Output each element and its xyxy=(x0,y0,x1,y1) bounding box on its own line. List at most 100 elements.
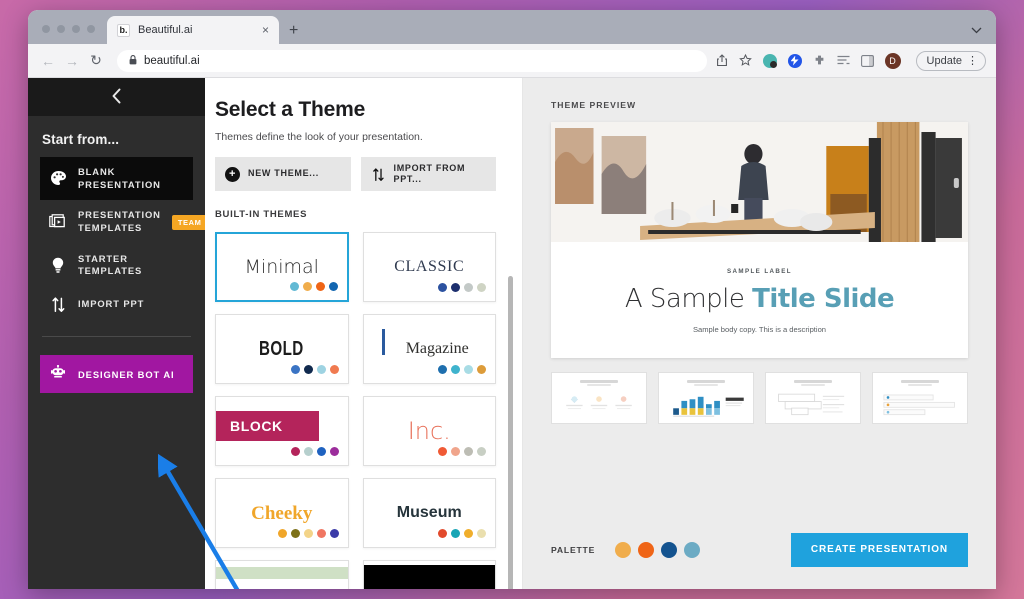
status-badge: TEAM xyxy=(172,215,208,230)
theme-name: Museum xyxy=(397,505,462,521)
update-button[interactable]: Update ⋮ xyxy=(916,51,986,71)
sidebar-item-starter-templates[interactable]: STARTER TEMPLATES xyxy=(40,244,193,287)
sidebar-collapse-bar[interactable] xyxy=(28,78,205,116)
slide-title-accent: Title Slide xyxy=(752,284,894,314)
side-panel-icon[interactable] xyxy=(861,55,874,67)
preview-slide: SAMPLE LABEL A Sample Title Slide Sample… xyxy=(551,122,968,358)
bookmark-star-icon[interactable] xyxy=(739,54,752,67)
palette-swatch[interactable] xyxy=(615,542,631,558)
slide-thumbnail[interactable] xyxy=(765,372,861,424)
lock-icon xyxy=(129,55,137,67)
sidebar-item-import-ppt[interactable]: IMPORT PPT xyxy=(40,287,193,322)
theme-card-bold[interactable]: BOLD xyxy=(215,314,349,384)
theme-card-museum[interactable]: Museum xyxy=(363,478,497,548)
slide-title: A Sample Title Slide xyxy=(551,284,968,314)
forward-button[interactable]: → xyxy=(60,49,84,73)
theme-swatches xyxy=(438,283,486,292)
extra-window-dot[interactable] xyxy=(87,25,95,33)
slide-title-plain: A Sample xyxy=(625,284,752,314)
sidebar-item-designer-bot-ai[interactable]: DESIGNER BOT AI xyxy=(40,355,193,393)
theme-name: CLASSIC xyxy=(394,259,464,275)
import-arrows-icon xyxy=(371,167,386,182)
close-tab-icon[interactable]: × xyxy=(260,24,271,36)
lightbulb-icon xyxy=(49,257,67,274)
theme-swatches xyxy=(278,529,339,538)
sidebar-item-blank-presentation[interactable]: BLANK PRESENTATION xyxy=(40,157,193,200)
theme-list-scrollbar[interactable] xyxy=(508,276,513,589)
page-subtitle: Themes define the look of your presentat… xyxy=(215,131,496,143)
palette-swatch[interactable] xyxy=(661,542,677,558)
avatar[interactable]: D xyxy=(885,53,901,69)
window-controls[interactable] xyxy=(34,25,107,44)
update-label: Update xyxy=(927,55,962,67)
new-tab-button[interactable]: + xyxy=(289,23,298,39)
chevron-down-icon[interactable] xyxy=(971,25,982,37)
browser-tab[interactable]: b. Beautiful.ai × xyxy=(107,16,279,44)
sidebar-item-label: BLANK PRESENTATION xyxy=(78,166,184,191)
slide-photo xyxy=(551,122,968,242)
browser-tab-strip: b. Beautiful.ai × + xyxy=(28,10,996,44)
theme-swatches xyxy=(291,365,339,374)
slide-thumbnail[interactable] xyxy=(551,372,647,424)
profile-sync-icon[interactable] xyxy=(788,54,802,68)
theme-card-minimal[interactable]: Minimal xyxy=(215,232,349,302)
theme-card-classic[interactable]: CLASSIC xyxy=(363,232,497,302)
theme-accent-band xyxy=(216,567,348,579)
theme-card-partial-2[interactable] xyxy=(363,560,497,589)
create-presentation-button[interactable]: CREATE PRESENTATION xyxy=(791,533,968,567)
import-from-ppt-label: IMPORT FROM PPT... xyxy=(394,163,487,186)
sidebar: Start from... BLANK PRESENTATION PRESENT… xyxy=(28,78,205,589)
new-theme-label: NEW THEME... xyxy=(248,168,319,179)
slide-body: Sample body copy. This is a description xyxy=(551,325,968,334)
theme-list-panel: Select a Theme Themes define the look of… xyxy=(205,78,523,589)
chevron-left-icon[interactable] xyxy=(111,88,122,107)
theme-accent-band xyxy=(364,565,496,589)
slide-thumbnail[interactable] xyxy=(872,372,968,424)
theme-card-magazine[interactable]: Magazine xyxy=(363,314,497,384)
tab-title: Beautiful.ai xyxy=(138,24,252,36)
app-root: Start from... BLANK PRESENTATION PRESENT… xyxy=(28,78,996,589)
address-bar[interactable]: beautiful.ai xyxy=(117,50,707,72)
reload-button[interactable]: ↻ xyxy=(84,49,108,73)
page-title: Select a Theme xyxy=(215,98,496,122)
puzzle-extensions-icon[interactable] xyxy=(813,54,826,67)
theme-card-inc[interactable]: Inc. xyxy=(363,396,497,466)
sidebar-divider xyxy=(42,336,191,337)
sidebar-item-label: PRESENTATION TEMPLATES xyxy=(78,209,161,234)
theme-card-partial-1[interactable] xyxy=(215,560,349,589)
share-icon[interactable] xyxy=(716,54,728,67)
close-window-dot[interactable] xyxy=(42,25,50,33)
extension-icon[interactable] xyxy=(763,54,777,68)
theme-preview-label: THEME PREVIEW xyxy=(551,100,968,110)
theme-swatches xyxy=(291,447,339,456)
theme-swatches xyxy=(438,529,486,538)
browser-toolbar: ← → ↻ beautiful.ai xyxy=(28,44,996,78)
theme-preview-panel: THEME PREVIEW xyxy=(523,78,996,589)
sidebar-item-presentation-templates[interactable]: PRESENTATION TEMPLATES TEAM xyxy=(40,200,193,243)
theme-swatches xyxy=(438,365,486,374)
theme-name: BOLD xyxy=(259,339,304,359)
theme-swatches xyxy=(438,447,486,456)
robot-icon xyxy=(49,365,67,383)
minimize-window-dot[interactable] xyxy=(57,25,65,33)
address-bar-url: beautiful.ai xyxy=(144,55,200,67)
import-from-ppt-button[interactable]: IMPORT FROM PPT... xyxy=(361,157,497,191)
slide-thumbnail[interactable] xyxy=(658,372,754,424)
plus-icon: + xyxy=(225,167,240,182)
theme-card-cheeky[interactable]: Cheeky xyxy=(215,478,349,548)
back-button[interactable]: ← xyxy=(36,49,60,73)
theme-name: BLOCK xyxy=(230,419,283,433)
palette-swatch[interactable] xyxy=(684,542,700,558)
new-theme-button[interactable]: + NEW THEME... xyxy=(215,157,351,191)
reading-list-icon[interactable] xyxy=(837,55,850,66)
site-favicon-icon: b. xyxy=(117,24,130,37)
palette-swatch[interactable] xyxy=(638,542,654,558)
theme-card-block[interactable]: BLOCK xyxy=(215,396,349,466)
theme-name: Magazine xyxy=(406,341,469,357)
import-arrows-icon xyxy=(49,296,67,313)
sidebar-item-label: DESIGNER BOT AI xyxy=(78,369,175,380)
maximize-window-dot[interactable] xyxy=(72,25,80,33)
theme-name: Cheeky xyxy=(251,504,312,523)
theme-name: Minimal xyxy=(245,258,319,277)
browser-menu-icon[interactable]: ⋮ xyxy=(967,54,978,67)
